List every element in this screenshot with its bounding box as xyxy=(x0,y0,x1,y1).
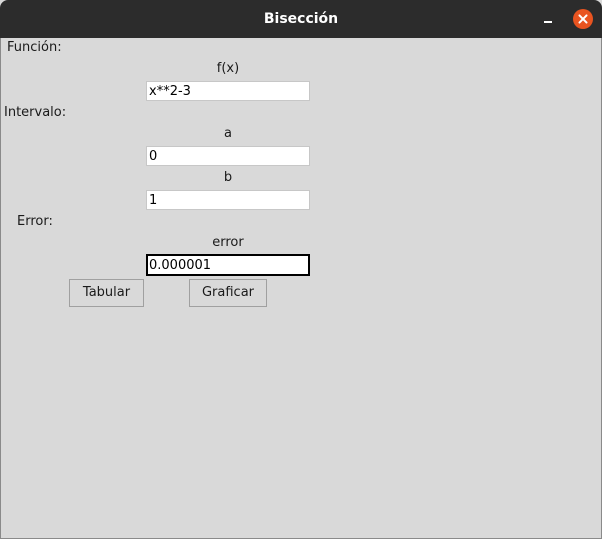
fx-label: f(x) xyxy=(216,61,240,76)
close-icon[interactable] xyxy=(573,9,593,29)
a-input[interactable] xyxy=(146,146,310,166)
error-input[interactable] xyxy=(146,254,310,276)
error-label: error xyxy=(212,235,244,250)
error-section-label: Error: xyxy=(17,214,53,229)
fx-input[interactable] xyxy=(146,81,310,101)
graficar-button[interactable]: Graficar xyxy=(189,279,267,307)
intervalo-section-label: Intervalo: xyxy=(4,105,67,120)
tabular-button[interactable]: Tabular xyxy=(69,279,144,307)
funcion-section-label: Función: xyxy=(7,40,62,55)
title-bar[interactable]: Bisección xyxy=(0,0,602,38)
b-label: b xyxy=(223,170,233,185)
minimize-icon[interactable] xyxy=(538,9,558,29)
main-content: Función: f(x) Intervalo: a b Error: erro… xyxy=(0,38,602,539)
b-input[interactable] xyxy=(146,190,310,210)
a-label: a xyxy=(224,126,232,141)
app-window: Bisección Función: f(x) Intervalo: a b E… xyxy=(0,0,602,539)
window-title: Bisección xyxy=(263,11,339,27)
